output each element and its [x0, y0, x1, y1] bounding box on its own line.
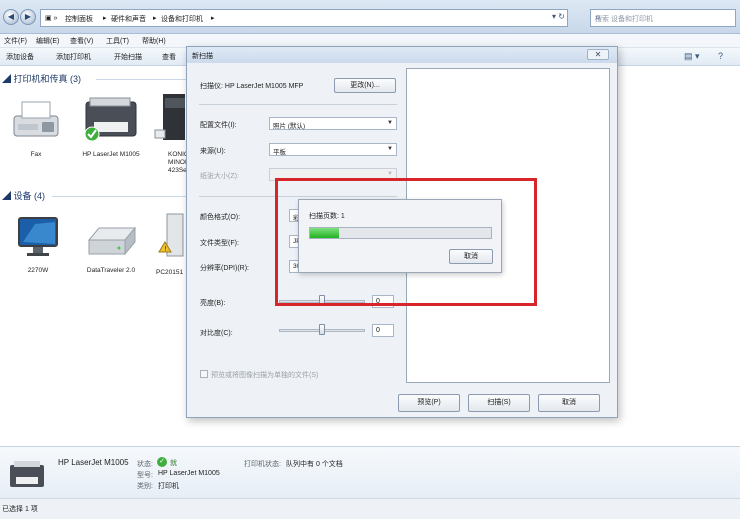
menu-tools[interactable]: 工具(T)	[106, 36, 129, 46]
details-queue-label: 打印机状态:	[244, 461, 281, 468]
status-bar: 已选择 1 项	[0, 498, 740, 519]
printer-icon	[10, 461, 44, 487]
device-hp-laserjet[interactable]: HP LaserJet M1005	[80, 92, 142, 159]
menu-help[interactable]: 帮助(H)	[142, 36, 166, 46]
device-monitor[interactable]: 2270W	[8, 214, 68, 275]
contrast-label: 对比度(C):	[200, 330, 233, 337]
breadcrumb-item[interactable]: 硬件和声音	[111, 14, 146, 24]
title-bar: ◀ ▶ ▣ » 控制面板 ▸ 硬件和声音 ▸ 设备和打印机 ▸ ▾ ↻ 搜索 设…	[0, 0, 740, 34]
menu-edit[interactable]: 编辑(E)	[36, 36, 59, 46]
brightness-label: 亮度(B):	[200, 300, 226, 307]
menu-file[interactable]: 文件(F)	[4, 36, 27, 46]
control-panel-icon: ▣ »	[45, 15, 58, 22]
view-options-icon[interactable]: ▤ ▾	[684, 51, 700, 62]
color-format-label: 颜色格式(O):	[200, 214, 241, 221]
device-pc[interactable]: ! PC20151	[154, 212, 188, 277]
source-select[interactable]: 平板 ▼	[269, 143, 397, 156]
details-category-value: 打印机	[158, 483, 179, 490]
monitor-icon	[18, 217, 58, 256]
device-fax[interactable]: Fax	[4, 98, 68, 159]
device-label: Fax	[30, 151, 42, 158]
separate-files-checkbox[interactable]	[200, 370, 208, 378]
breadcrumb-separator: ▸	[153, 15, 157, 22]
group-divider	[52, 196, 188, 197]
menu-view[interactable]: 查看(V)	[70, 36, 93, 46]
source-label: 来源(U):	[200, 148, 226, 155]
scanner-label: 扫描仪: HP LaserJet M1005 MFP	[200, 83, 304, 90]
add-printer-button[interactable]: 添加打印机	[56, 52, 91, 62]
device-usb-drive[interactable]: DataTraveler 2.0	[80, 222, 142, 275]
close-button[interactable]: ✕	[587, 49, 609, 60]
drive-icon	[87, 226, 137, 256]
device-label: PC20151	[156, 269, 184, 276]
status-text: 已选择 1 项	[2, 506, 38, 513]
profile-value: 照片 (默认)	[273, 123, 306, 130]
scan-button[interactable]: 扫描(S)	[468, 394, 530, 412]
add-device-button[interactable]: 添加设备	[6, 52, 34, 62]
breadcrumb-separator: ▸	[103, 15, 107, 22]
back-button[interactable]: ◀	[3, 9, 19, 25]
chevron-down-icon: ▼	[387, 120, 393, 126]
forward-button[interactable]: ▶	[20, 9, 36, 25]
contrast-input[interactable]: 0	[372, 324, 394, 337]
collapse-icon: ◢	[2, 191, 14, 201]
details-pane: HP LaserJet M1005 状态: ✓ 就 型号: HP LaserJe…	[0, 446, 740, 498]
contrast-slider-thumb[interactable]	[319, 324, 325, 335]
dialog-divider	[199, 104, 397, 105]
address-actions[interactable]: ▾ ↻	[552, 12, 565, 21]
highlight-box	[275, 178, 537, 306]
chevron-down-icon: ▼	[387, 171, 393, 177]
dialog-title-bar[interactable]: 新扫描 ✕	[187, 47, 617, 63]
preview-button[interactable]: 预览(P)	[398, 394, 460, 412]
device-label: HP LaserJet M1005	[82, 151, 140, 158]
help-icon[interactable]: ?	[718, 51, 723, 61]
computer-tower-icon: !	[158, 213, 184, 257]
breadcrumb-separator: ▸	[211, 15, 215, 22]
view-button[interactable]: 查看	[162, 52, 176, 62]
details-printer-name: HP LaserJet M1005	[58, 458, 129, 467]
chevron-down-icon: ▼	[387, 146, 393, 152]
device-konica[interactable]: KONICA MINOLTA 423Series	[152, 92, 186, 175]
status-ok-icon: ✓	[157, 457, 167, 467]
paper-size-label: 纸张大小(Z):	[200, 173, 239, 180]
profile-select[interactable]: 照片 (默认) ▼	[269, 117, 397, 130]
breadcrumb-item[interactable]: 设备和打印机	[161, 14, 203, 24]
group-devices-header[interactable]: ◢ 设备 (4)	[2, 189, 45, 202]
fax-icon	[13, 101, 59, 137]
profile-label: 配置文件(I):	[200, 122, 237, 129]
details-status-label: 状态:	[137, 461, 153, 468]
group-printers-label: 打印机和传真 (3)	[13, 74, 82, 84]
address-bar[interactable]: ▣ » 控制面板 ▸ 硬件和声音 ▸ 设备和打印机 ▸ ▾ ↻	[40, 9, 568, 27]
group-devices-label: 设备 (4)	[13, 191, 46, 201]
details-model-value: HP LaserJet M1005	[158, 470, 220, 477]
details-queue-value: 队列中有 0 个文档	[286, 461, 343, 468]
file-type-label: 文件类型(F):	[200, 240, 239, 247]
details-status-value: 就	[170, 460, 177, 467]
details-category-label: 类别:	[137, 483, 153, 490]
device-label: DataTraveler 2.0	[86, 267, 136, 274]
search-icon[interactable]: ⌕	[595, 12, 731, 23]
svg-text:!: !	[164, 245, 167, 253]
cancel-button[interactable]: 取消	[538, 394, 600, 412]
resolution-label: 分辨率(DPI)(R):	[200, 265, 249, 272]
search-input[interactable]: 搜索 设备和打印机 ⌕	[590, 9, 736, 27]
breadcrumb-item[interactable]: 控制面板	[65, 14, 93, 24]
details-model-label: 型号:	[137, 472, 153, 479]
separate-files-label: 预览或将图像扫描为单独的文件(S)	[211, 372, 319, 379]
collapse-icon: ◢	[2, 74, 14, 84]
device-label: 2270W	[27, 267, 49, 274]
group-printers-header[interactable]: ◢ 打印机和传真 (3)	[2, 72, 81, 85]
change-scanner-button[interactable]: 更改(N)...	[334, 78, 396, 93]
copier-icon	[154, 94, 186, 140]
group-divider	[96, 79, 188, 80]
printer-icon	[84, 97, 137, 142]
device-label: KONICA MINOLTA 423Series	[168, 151, 186, 174]
source-value: 平板	[273, 149, 286, 156]
start-scan-button[interactable]: 开始扫描	[114, 52, 142, 62]
dialog-title: 新扫描	[192, 53, 213, 60]
